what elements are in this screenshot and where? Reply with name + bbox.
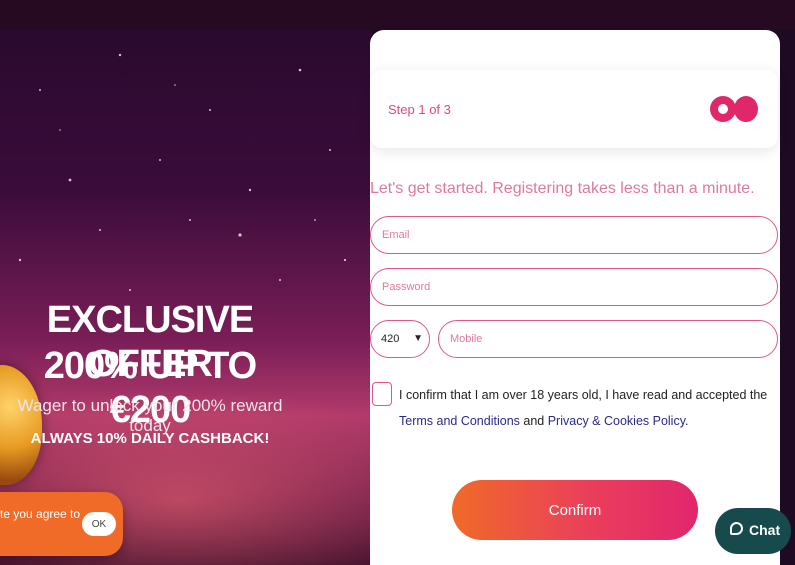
chat-bubble-icon: [730, 522, 743, 535]
registration-intro: Let's get started. Registering takes les…: [370, 180, 755, 197]
password-field[interactable]: Password: [370, 268, 778, 306]
step-label: Step 1 of 3: [388, 102, 451, 117]
cookie-ok-button[interactable]: OK: [82, 512, 116, 536]
confirm-prefix: I confirm that I am over 18 years old, I…: [399, 388, 768, 402]
step-progress-icon: [710, 96, 760, 122]
country-code-value: 420: [381, 333, 400, 345]
promo-banner: EXCLUSIVE OFFER 200% UP TO €200 Wager to…: [0, 30, 372, 565]
country-code-select[interactable]: 420 ▼: [370, 320, 430, 358]
terms-link[interactable]: Terms and Conditions: [399, 414, 520, 428]
registration-panel: Step 1 of 3 Let's get started. Registeri…: [370, 30, 780, 565]
cookie-banner: te you agree to OK: [0, 492, 123, 556]
confirm-button[interactable]: Confirm: [452, 480, 698, 540]
dropdown-caret-icon: ▼: [413, 333, 423, 344]
age-confirm-checkbox[interactable]: [372, 382, 392, 406]
privacy-link[interactable]: Privacy & Cookies Policy: [548, 414, 685, 428]
confirm-period: .: [685, 414, 689, 428]
age-confirm-text: I confirm that I am over 18 years old, I…: [399, 382, 769, 434]
offer-cashback-text: ALWAYS 10% DAILY CASHBACK!: [30, 430, 270, 447]
top-bar: [0, 0, 795, 30]
chat-button[interactable]: Chat: [715, 508, 791, 554]
confirm-and: and: [519, 414, 548, 428]
mobile-field[interactable]: Mobile: [438, 320, 778, 358]
chat-label: Chat: [749, 522, 781, 538]
step-card: Step 1 of 3: [370, 70, 778, 148]
cookie-text: te you agree to: [0, 507, 81, 521]
email-field[interactable]: Email: [370, 216, 778, 254]
